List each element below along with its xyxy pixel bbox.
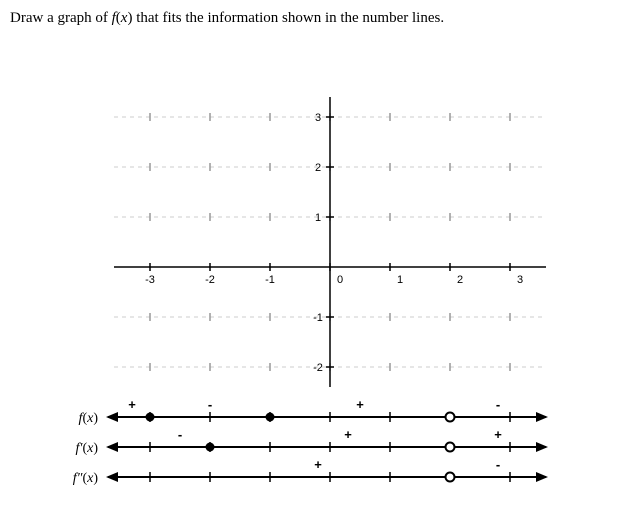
svg-text:-2: -2 [205, 274, 215, 286]
number-line-label: f″(x) [73, 471, 99, 486]
fn-var: x [121, 10, 128, 26]
svg-text:-2: -2 [313, 362, 323, 374]
sign-label: + [344, 427, 352, 442]
svg-text:3: 3 [517, 274, 523, 286]
sign-label: - [496, 397, 500, 412]
number-line: - + + f′(x) [75, 427, 548, 456]
question-prompt: Draw a graph of f(x) that fits the infor… [10, 10, 618, 27]
arrowhead-right-icon [536, 472, 548, 482]
number-line-label: f′(x) [75, 441, 98, 456]
svg-text:1: 1 [397, 274, 403, 286]
sign-label: + [128, 397, 136, 412]
svg-text:1: 1 [315, 212, 321, 224]
number-line-label: f(x) [79, 411, 99, 426]
svg-text:0: 0 [337, 274, 343, 286]
open-dot-icon [446, 443, 455, 452]
prompt-post: that fits the information shown in the n… [132, 10, 444, 26]
open-dot-icon [446, 413, 455, 422]
graph-and-number-lines: -3 -2 -1 0 1 2 3 -2 -1 1 2 3 + - + - f(x) - + + f′(x) + - f″(x… [10, 37, 618, 517]
svg-text:3: 3 [315, 112, 321, 124]
arrowhead-right-icon [536, 442, 548, 452]
arrowhead-left-icon [106, 472, 118, 482]
svg-text:-1: -1 [313, 312, 323, 324]
closed-dot-icon [206, 443, 215, 452]
sign-label: + [494, 427, 502, 442]
sign-label: - [208, 397, 212, 412]
sign-label: + [314, 457, 322, 472]
sign-label: - [178, 427, 182, 442]
svg-text:2: 2 [457, 274, 463, 286]
arrowhead-left-icon [106, 412, 118, 422]
number-line: + - + - f(x) [79, 397, 548, 426]
arrowhead-left-icon [106, 442, 118, 452]
closed-dot-icon [146, 413, 155, 422]
open-dot-icon [446, 473, 455, 482]
prompt-pre: Draw a graph of [10, 10, 112, 26]
svg-text:-3: -3 [145, 274, 155, 286]
closed-dot-icon [266, 413, 275, 422]
svg-text:-1: -1 [265, 274, 275, 286]
arrowhead-right-icon [536, 412, 548, 422]
svg-text:2: 2 [315, 162, 321, 174]
sign-label: + [356, 397, 364, 412]
number-line: + - f″(x) [73, 457, 548, 486]
fn-name: f [112, 10, 116, 26]
sign-label: - [496, 457, 500, 472]
